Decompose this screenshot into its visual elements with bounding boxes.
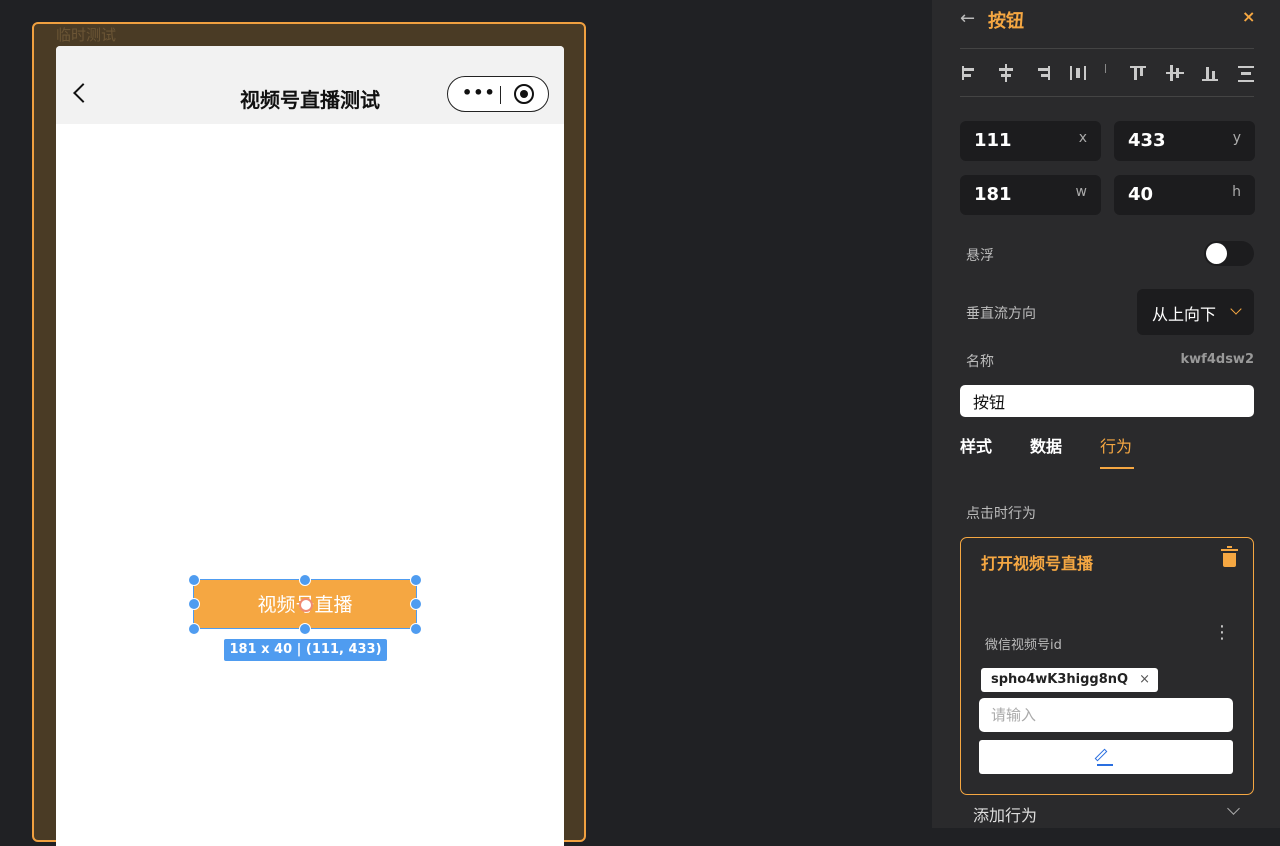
more-dots-icon[interactable]: ••• bbox=[462, 85, 496, 101]
height-field[interactable]: 40 h bbox=[1114, 175, 1255, 215]
channel-id-label: 微信视频号id bbox=[985, 638, 1062, 653]
canvas-area[interactable]: 临时测试 视频号直播测试 ••• 视频号直播 181 x 40 | (111, … bbox=[0, 0, 932, 846]
active-tab-indicator bbox=[1100, 467, 1134, 469]
channel-id-input[interactable] bbox=[979, 698, 1233, 732]
trash-icon[interactable] bbox=[1221, 546, 1238, 567]
height-unit: h bbox=[1232, 184, 1241, 200]
click-behavior-label: 点击时行为 bbox=[966, 506, 1036, 522]
tab-style[interactable]: 样式 bbox=[960, 433, 992, 457]
y-field[interactable]: 433 y bbox=[1114, 121, 1255, 161]
resize-handle-right[interactable] bbox=[410, 598, 422, 610]
resize-handle-bottom[interactable] bbox=[299, 623, 311, 635]
width-unit: w bbox=[1075, 184, 1087, 200]
chevron-down-icon bbox=[1230, 303, 1242, 315]
float-toggle[interactable] bbox=[1204, 241, 1254, 266]
height-value: 40 bbox=[1128, 184, 1154, 205]
close-target-icon[interactable] bbox=[514, 84, 534, 104]
y-value: 433 bbox=[1128, 130, 1166, 151]
divider bbox=[960, 48, 1254, 49]
back-arrow-icon[interactable]: ← bbox=[960, 8, 975, 29]
toggle-knob bbox=[1206, 243, 1227, 264]
action-title: 打开视频号直播 bbox=[981, 554, 1094, 573]
frame-title: 临时测试 bbox=[56, 26, 117, 44]
pencil-icon bbox=[1094, 748, 1108, 762]
tab-behavior[interactable]: 行为 bbox=[1100, 433, 1132, 457]
close-icon[interactable]: × bbox=[1242, 7, 1255, 26]
x-field[interactable]: 111 x bbox=[960, 121, 1101, 161]
width-value: 181 bbox=[974, 184, 1012, 205]
distribute-horizontal-icon[interactable] bbox=[1068, 62, 1088, 84]
pencil-underline bbox=[1097, 764, 1113, 766]
align-center-horizontal-icon[interactable] bbox=[996, 62, 1016, 84]
more-vertical-icon[interactable]: ⋮ bbox=[1213, 624, 1231, 642]
flow-direction-label: 垂直流方向 bbox=[966, 306, 1036, 322]
align-toolbar bbox=[960, 62, 1254, 86]
resize-handle-top-right[interactable] bbox=[410, 574, 422, 586]
align-top-icon[interactable] bbox=[1128, 62, 1148, 84]
add-action-label[interactable]: 添加行为 bbox=[973, 802, 1037, 826]
y-unit: y bbox=[1232, 130, 1241, 146]
name-input[interactable] bbox=[960, 385, 1254, 417]
float-label: 悬浮 bbox=[966, 248, 994, 264]
distribute-vertical-icon[interactable] bbox=[1236, 62, 1256, 84]
divider bbox=[960, 96, 1254, 97]
tag-text: spho4wK3higg8nQ bbox=[991, 672, 1129, 687]
align-right-icon[interactable] bbox=[1032, 62, 1052, 84]
x-unit: x bbox=[1078, 130, 1087, 146]
tab-data[interactable]: 数据 bbox=[1030, 433, 1062, 457]
flow-direction-value: 从上向下 bbox=[1152, 305, 1217, 324]
component-id: kwf4dsw2 bbox=[1180, 352, 1254, 367]
align-left-icon[interactable] bbox=[960, 62, 980, 84]
resize-handle-left[interactable] bbox=[188, 598, 200, 610]
separator-icon bbox=[1101, 62, 1121, 84]
align-bottom-icon[interactable] bbox=[1200, 62, 1220, 84]
resize-handle-bottom-left[interactable] bbox=[188, 623, 200, 635]
phone-preview[interactable]: 视频号直播测试 ••• bbox=[56, 46, 564, 846]
width-field[interactable]: 181 w bbox=[960, 175, 1101, 215]
align-center-vertical-icon[interactable] bbox=[1164, 62, 1184, 84]
miniprogram-capsule[interactable]: ••• bbox=[447, 76, 549, 112]
flow-direction-select[interactable]: 从上向下 bbox=[1137, 289, 1254, 335]
channel-id-tag: spho4wK3higg8nQ × bbox=[981, 668, 1159, 692]
x-value: 111 bbox=[974, 130, 1012, 151]
tag-remove-icon[interactable]: × bbox=[1139, 668, 1150, 692]
rotate-handle[interactable] bbox=[299, 598, 313, 612]
resize-handle-top-left[interactable] bbox=[188, 574, 200, 586]
action-card: 打开视频号直播 微信视频号id ⋮ spho4wK3higg8nQ × bbox=[960, 537, 1254, 795]
panel-title: 按钮 bbox=[988, 11, 1024, 32]
resize-handle-top[interactable] bbox=[299, 574, 311, 586]
size-position-label: 181 x 40 | (111, 433) bbox=[224, 639, 387, 661]
capsule-separator bbox=[500, 86, 501, 104]
chevron-down-icon[interactable] bbox=[1227, 802, 1240, 815]
resize-handle-bottom-right[interactable] bbox=[410, 623, 422, 635]
properties-panel: ← 按钮 × 111 x 433 y 181 w 40 h 悬浮 垂直流方向 从… bbox=[932, 0, 1280, 828]
edit-button[interactable] bbox=[979, 740, 1233, 774]
name-label: 名称 bbox=[966, 354, 994, 370]
phone-nav-bar: 视频号直播测试 ••• bbox=[56, 46, 564, 124]
